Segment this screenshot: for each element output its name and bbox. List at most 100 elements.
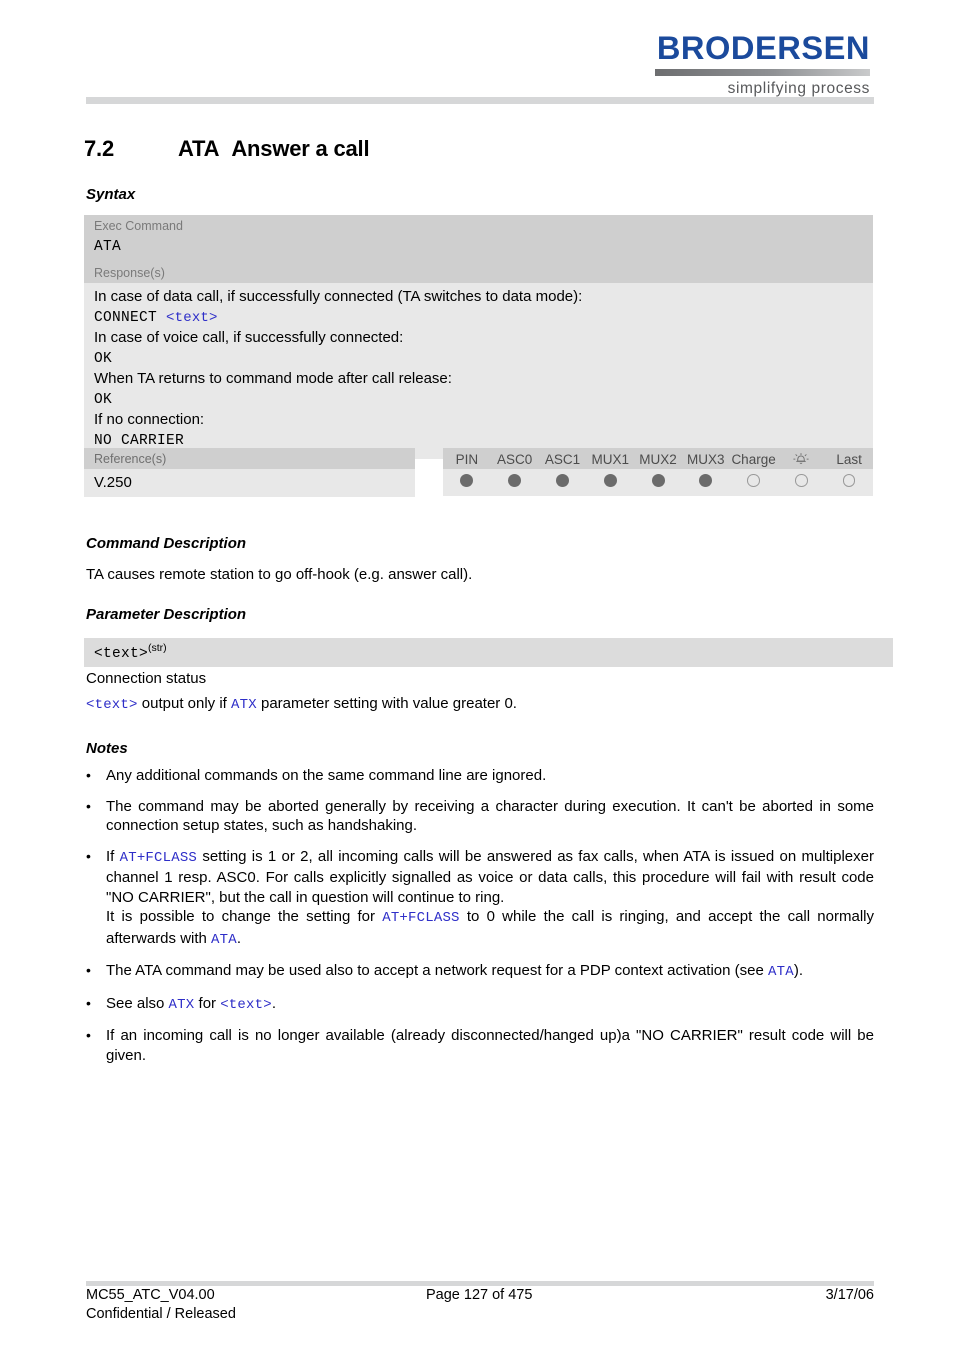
capability-header-asc1: ASC1: [544, 451, 581, 467]
exec-command-label: Exec Command: [84, 215, 873, 236]
section-command: ATA: [178, 136, 220, 161]
response-line: OK: [94, 389, 863, 411]
reference-label: Reference(s): [84, 448, 415, 469]
bullet-icon: •: [86, 962, 91, 978]
capability-header-row: PIN ASC0 ASC1 MUX1 MUX2 MUX3 Charge Last: [443, 448, 873, 469]
empty-circle-icon: [842, 474, 856, 487]
heading-syntax: Syntax: [86, 186, 136, 203]
at-command-link[interactable]: AT+FCLASS: [382, 910, 459, 926]
empty-circle-icon: [795, 474, 808, 487]
filled-circle-icon: [603, 474, 617, 487]
response-code: OK: [94, 391, 113, 408]
note-text-segment: The command may be aborted generally by …: [106, 797, 874, 835]
heading-notes: Notes: [86, 740, 128, 757]
response-code: NO CARRIER: [94, 432, 185, 449]
bullet-icon: •: [86, 797, 91, 814]
filled-circle-icon: [699, 474, 713, 487]
header-divider: [86, 97, 874, 104]
page-title: 7.2 ATA Answer a call: [84, 136, 370, 162]
capability-state-mux1: [586, 474, 634, 490]
bullet-icon: •: [86, 1027, 91, 1043]
notes-list: • Any additional commands on the same com…: [86, 766, 874, 1076]
parameter-name-bar: <text>(str): [84, 638, 893, 667]
at-command-link[interactable]: AT+FCLASS: [120, 850, 197, 866]
parameter-note: <text> output only if ATX parameter sett…: [86, 694, 874, 716]
note-item: • Any additional commands on the same com…: [86, 766, 874, 786]
capability-header-mux2: MUX2: [639, 451, 677, 467]
logo-gradient-bar: [655, 69, 870, 76]
note-text-segment: Any additional commands on the same comm…: [106, 767, 547, 784]
note-text-segment: The ATA command may be used also to acce…: [106, 962, 769, 979]
bullet-icon: •: [86, 847, 91, 864]
note-text: If an incoming call is no longer availab…: [106, 1026, 874, 1065]
footer-date: 3/17/06: [825, 1287, 874, 1303]
empty-circle-icon: [747, 474, 760, 487]
capability-header-pin: PIN: [455, 451, 479, 467]
parameter-description-text: Connection status: [86, 670, 207, 687]
at-command-link[interactable]: <text>: [220, 997, 272, 1013]
capability-state-asc1: [539, 474, 587, 490]
heading-parameter-description: Parameter Description: [86, 606, 247, 623]
capability-header-asc0: ASC0: [497, 451, 533, 467]
parameter-name: <text>: [94, 646, 149, 662]
at-command-link[interactable]: ATA: [211, 932, 237, 948]
parameter-note-suffix: parameter setting with value greater 0.: [256, 695, 517, 712]
filled-circle-icon: [508, 474, 522, 487]
syntax-table: Exec Command ATA Response(s) In case of …: [84, 215, 873, 459]
filled-circle-icon: [460, 474, 474, 487]
note-item: • If an incoming call is no longer availa…: [86, 1026, 874, 1065]
footer-doc-id: MC55_ATC_V04.00: [86, 1287, 215, 1303]
section-number: 7.2: [84, 136, 114, 161]
capability-state-charge: [730, 474, 778, 490]
note-text: Any additional commands on the same comm…: [106, 766, 874, 786]
capability-state-mux3: [682, 474, 730, 490]
at-command-link[interactable]: ATA: [768, 964, 794, 980]
capability-header-last: Last: [836, 451, 862, 467]
page-footer: MC55_ATC_V04.00 Page 127 of 475 3/17/06 …: [86, 1286, 874, 1324]
capability-table: PIN ASC0 ASC1 MUX1 MUX2 MUX3 Charge Last: [443, 448, 873, 496]
note-text-segment: It is possible to change the setting for: [106, 908, 383, 925]
response-line: OK: [94, 348, 863, 370]
response-line: When TA returns to command mode after ca…: [94, 370, 452, 387]
atx-link[interactable]: ATX: [231, 697, 257, 713]
responses-label: Response(s): [84, 262, 873, 283]
capability-header-charge: Charge: [731, 451, 776, 467]
text-param-link[interactable]: <text>: [166, 310, 218, 326]
reference-box: Reference(s) V.250: [84, 448, 415, 497]
alarm-bell-icon: [777, 451, 825, 467]
parameter-note-prefix: <text>: [86, 697, 138, 713]
response-line: If no connection:: [94, 411, 205, 428]
note-item: • If AT+FCLASS setting is 1 or 2, all inc…: [86, 847, 874, 951]
note-text-segment: See also: [106, 994, 169, 1012]
note-text: The ATA command may be used also to acce…: [106, 961, 874, 983]
capability-state-asc0: [491, 474, 539, 490]
note-text-segment: .: [271, 994, 276, 1012]
parameter-type: (str): [148, 642, 167, 654]
bullet-icon: •: [86, 994, 91, 1011]
response-line: In case of voice call, if successfully c…: [94, 329, 404, 346]
command-description-text: TA causes remote station to go off-hook …: [86, 566, 473, 583]
capability-state-pin: [443, 474, 491, 490]
note-text-segment: setting is 1 or 2, all incoming calls wi…: [106, 847, 874, 906]
footer-classification: Confidential / Released: [86, 1306, 236, 1322]
footer-page-number: Page 127 of 475: [426, 1287, 533, 1303]
note-text-segment: .: [236, 929, 242, 947]
note-text-segment: If an incoming call is no longer availab…: [106, 1027, 874, 1064]
section-title-text: Answer a call: [231, 136, 370, 161]
document-page: BRODERSEN simplifying process 7.2 ATA Answ…: [0, 0, 954, 1351]
reference-value: V.250: [84, 469, 415, 497]
note-text-segment: If: [106, 847, 120, 865]
capability-state-row: [443, 469, 873, 496]
parameter-note-mid: output only if: [137, 695, 232, 712]
exec-command-row: ATA: [84, 236, 873, 262]
capability-header-mux1: MUX1: [591, 451, 629, 467]
note-item: • The command may be aborted generally by…: [86, 797, 874, 836]
at-command-link[interactable]: ATX: [169, 997, 195, 1013]
response-line-list: In case of data call, if successfully co…: [94, 287, 863, 451]
response-line: CONNECT <text>: [94, 307, 863, 329]
exec-command-value: ATA: [94, 239, 122, 255]
note-text: See also ATX for <text>.: [106, 994, 874, 1016]
note-text-segment: ).: [793, 962, 803, 979]
bullet-icon: •: [86, 767, 91, 783]
note-text: The command may be aborted generally by …: [106, 797, 874, 836]
